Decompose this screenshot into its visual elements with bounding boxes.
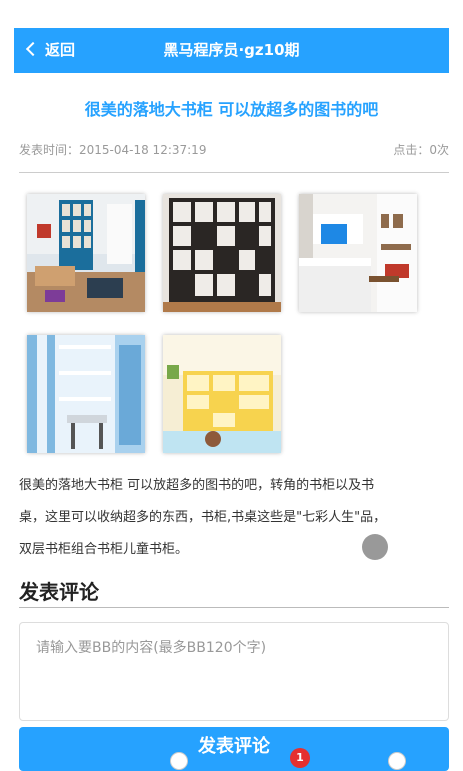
app-header: 返回 黑马程序员·gz10期 bbox=[14, 28, 449, 73]
search-tab-icon[interactable] bbox=[388, 752, 406, 770]
content-line: 很美的落地大书柜 可以放超多的图书的吧，转角的书柜以及书 bbox=[19, 478, 375, 493]
article-meta: 发表时间：2015-04-18 12:37:19 点击：0次 bbox=[19, 141, 449, 158]
photo-thumbnail-5[interactable] bbox=[163, 335, 281, 453]
floating-touch-indicator bbox=[362, 534, 388, 560]
click-count: 点击：0次 bbox=[393, 143, 449, 157]
comment-input[interactable] bbox=[19, 622, 449, 721]
photo-thumbnail-3[interactable] bbox=[299, 194, 417, 312]
header-title: 黑马程序员·gz10期 bbox=[163, 41, 300, 59]
article-title: 很美的落地大书柜 可以放超多的图书的吧 bbox=[84, 100, 379, 119]
submit-comment-button[interactable]: 发表评论 bbox=[19, 727, 449, 771]
content-line: 桌，这里可以收纳超多的东西，书柜,书桌这些是"七彩人生"品， bbox=[19, 510, 387, 525]
comment-section-title: 发表评论 bbox=[19, 580, 99, 604]
divider bbox=[19, 172, 449, 173]
photo-thumbnail-2[interactable] bbox=[163, 194, 281, 312]
publish-time: 发表时间：2015-04-18 12:37:19 bbox=[19, 143, 207, 157]
divider bbox=[19, 607, 449, 608]
home-tab-icon[interactable] bbox=[58, 756, 72, 764]
cart-badge[interactable]: 1 bbox=[290, 748, 310, 768]
photo-thumbnail-1[interactable] bbox=[27, 194, 145, 312]
photo-thumbnail-4[interactable] bbox=[27, 335, 145, 453]
member-tab-icon[interactable] bbox=[170, 752, 188, 770]
